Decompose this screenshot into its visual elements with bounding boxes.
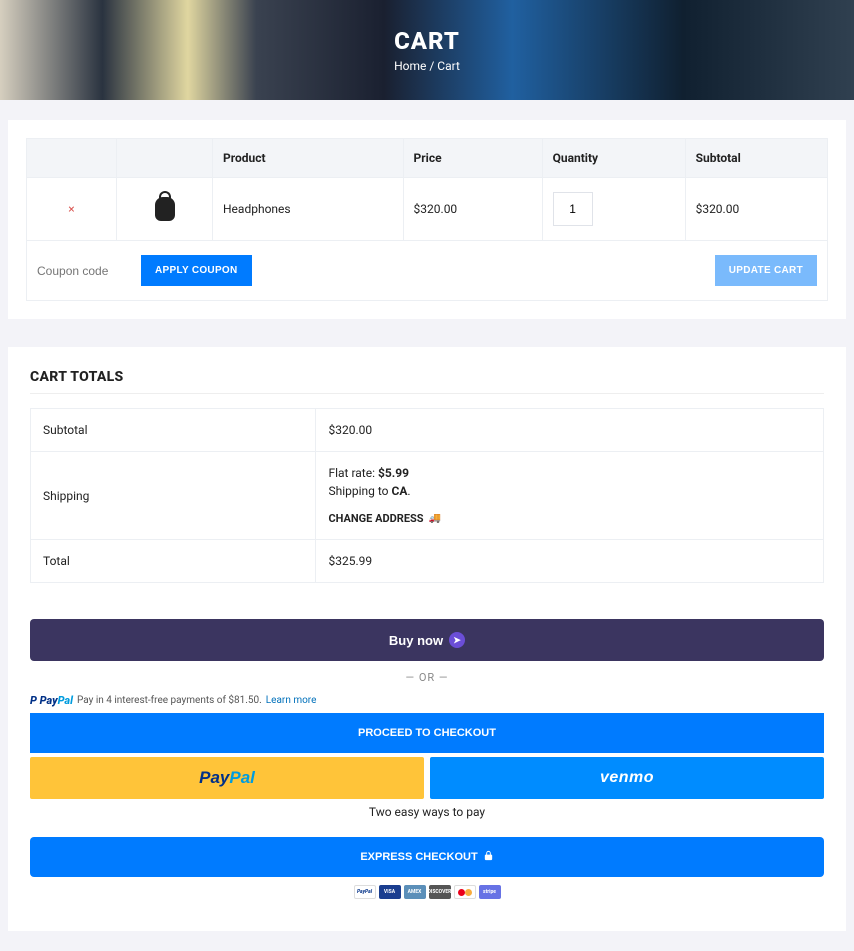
shipping-destination: Shipping to CA. <box>328 484 811 498</box>
breadcrumb-current: Cart <box>437 59 460 73</box>
product-name[interactable]: Headphones <box>213 178 404 241</box>
shipping-flat-rate: Flat rate: $5.99 <box>328 466 811 480</box>
product-price: $320.00 <box>403 178 542 241</box>
update-cart-button[interactable]: UPDATE CART <box>715 255 817 286</box>
total-label: Total <box>31 540 316 583</box>
col-price: Price <box>403 139 542 178</box>
or-separator: — OR — <box>30 671 824 684</box>
two-ways-text: Two easy ways to pay <box>30 805 824 819</box>
amex-badge-icon: AMEX <box>404 885 426 899</box>
col-thumb <box>117 139 213 178</box>
product-thumb[interactable] <box>155 197 175 221</box>
quantity-input[interactable] <box>553 192 593 226</box>
paypal-button[interactable]: PayPal <box>30 757 424 799</box>
cart-table: Product Price Quantity Subtotal × Headph… <box>26 138 828 301</box>
hero-banner: CART Home / Cart <box>0 0 854 100</box>
discover-badge-icon: DISCOVER <box>429 885 451 899</box>
paypal-logo-icon: PayPal <box>199 768 255 788</box>
buy-now-button[interactable]: Buy now ➤ <box>30 619 824 661</box>
coupon-input[interactable] <box>37 256 127 286</box>
payment-methods: PayPal VISA AMEX DISCOVER stripe <box>30 885 824 909</box>
subtotal-label: Subtotal <box>31 409 316 452</box>
change-address-button[interactable]: CHANGE ADDRESS 🚚 <box>328 512 441 525</box>
paypal-badge-icon: PayPal <box>354 885 376 899</box>
cart-row: × Headphones $320.00 $320.00 <box>27 178 828 241</box>
lock-icon <box>483 850 494 864</box>
cart-totals-panel: CART TOTALS Subtotal $320.00 Shipping Fl… <box>8 347 846 931</box>
express-checkout-button[interactable]: EXPRESS CHECKOUT <box>30 837 824 877</box>
learn-more-link[interactable]: Learn more <box>266 695 317 706</box>
apply-coupon-button[interactable]: APPLY COUPON <box>141 255 252 286</box>
total-value: $325.99 <box>316 540 824 583</box>
col-subtotal: Subtotal <box>685 139 827 178</box>
visa-badge-icon: VISA <box>379 885 401 899</box>
breadcrumb-sep: / <box>429 59 434 73</box>
proceed-checkout-button[interactable]: PROCEED TO CHECKOUT <box>30 713 824 753</box>
product-subtotal: $320.00 <box>685 178 827 241</box>
shipping-label: Shipping <box>31 452 316 540</box>
breadcrumb: Home / Cart <box>394 59 460 73</box>
mastercard-badge-icon <box>454 885 476 899</box>
cart-totals-title: CART TOTALS <box>30 369 824 394</box>
col-quantity: Quantity <box>542 139 685 178</box>
coupon-row: APPLY COUPON UPDATE CART <box>27 241 828 301</box>
breadcrumb-home[interactable]: Home <box>394 59 426 73</box>
paypal-logo-icon: P PayPal <box>30 694 73 707</box>
venmo-button[interactable]: venmo <box>430 757 824 799</box>
col-remove <box>27 139 117 178</box>
cart-panel: Product Price Quantity Subtotal × Headph… <box>8 120 846 319</box>
col-product: Product <box>213 139 404 178</box>
page-title: CART <box>394 27 460 55</box>
arrow-circle-icon: ➤ <box>449 632 465 648</box>
totals-table: Subtotal $320.00 Shipping Flat rate: $5.… <box>30 408 824 583</box>
remove-item-button[interactable]: × <box>37 202 106 216</box>
truck-icon: 🚚 <box>429 513 441 524</box>
paypal-pay-in-4-message: P PayPal Pay in 4 interest-free payments… <box>30 694 824 707</box>
subtotal-value: $320.00 <box>316 409 824 452</box>
stripe-badge-icon: stripe <box>479 885 501 899</box>
